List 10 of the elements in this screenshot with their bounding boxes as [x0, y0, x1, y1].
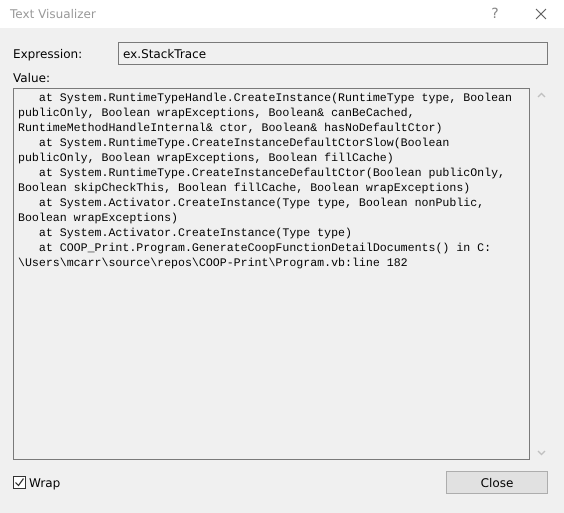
close-icon[interactable]: [535, 8, 547, 20]
expression-label: Expression:: [13, 46, 84, 60]
window-title: Text Visualizer: [10, 7, 97, 21]
wrap-label: Wrap: [29, 476, 60, 490]
wrap-checkbox[interactable]: [13, 476, 26, 489]
help-button[interactable]: ?: [472, 0, 518, 28]
value-label: Value:: [13, 71, 51, 85]
value-text-area[interactable]: at System.RuntimeTypeHandle.CreateInstance(RuntimeType type, Boolean publicOnly, Boolean wrapExceptions, Boolean& canBeCached, RuntimeMethodHandleInternal& ctor, Boolean& hasNoDefaultCtor) at System.RuntimeType.CreateInstanceDefaultCtorSlow(Boolean publicOnly, Boolean wrapExceptions, Boolean fillCache) at System.RuntimeType.CreateInstanceDefaultCtor(Boolean publicOnly, Boolean skipCheckThis, Boolean fillCache, Boolean wrapExceptions) at System.Activator.CreateInstance(Type type, Boolean nonPublic, Boolean wrapExceptions) at System.Activator.CreateInstance(Type type) at COOP_Print.Program.GenerateCoopFunctionDetailDocuments() in C: \Users\mcarr\source\repos\COOP-Print\Program.vb:line 182: [13, 88, 530, 460]
expression-field[interactable]: ex.StackTrace: [118, 42, 548, 65]
close-dialog-button[interactable]: Close: [446, 471, 548, 494]
